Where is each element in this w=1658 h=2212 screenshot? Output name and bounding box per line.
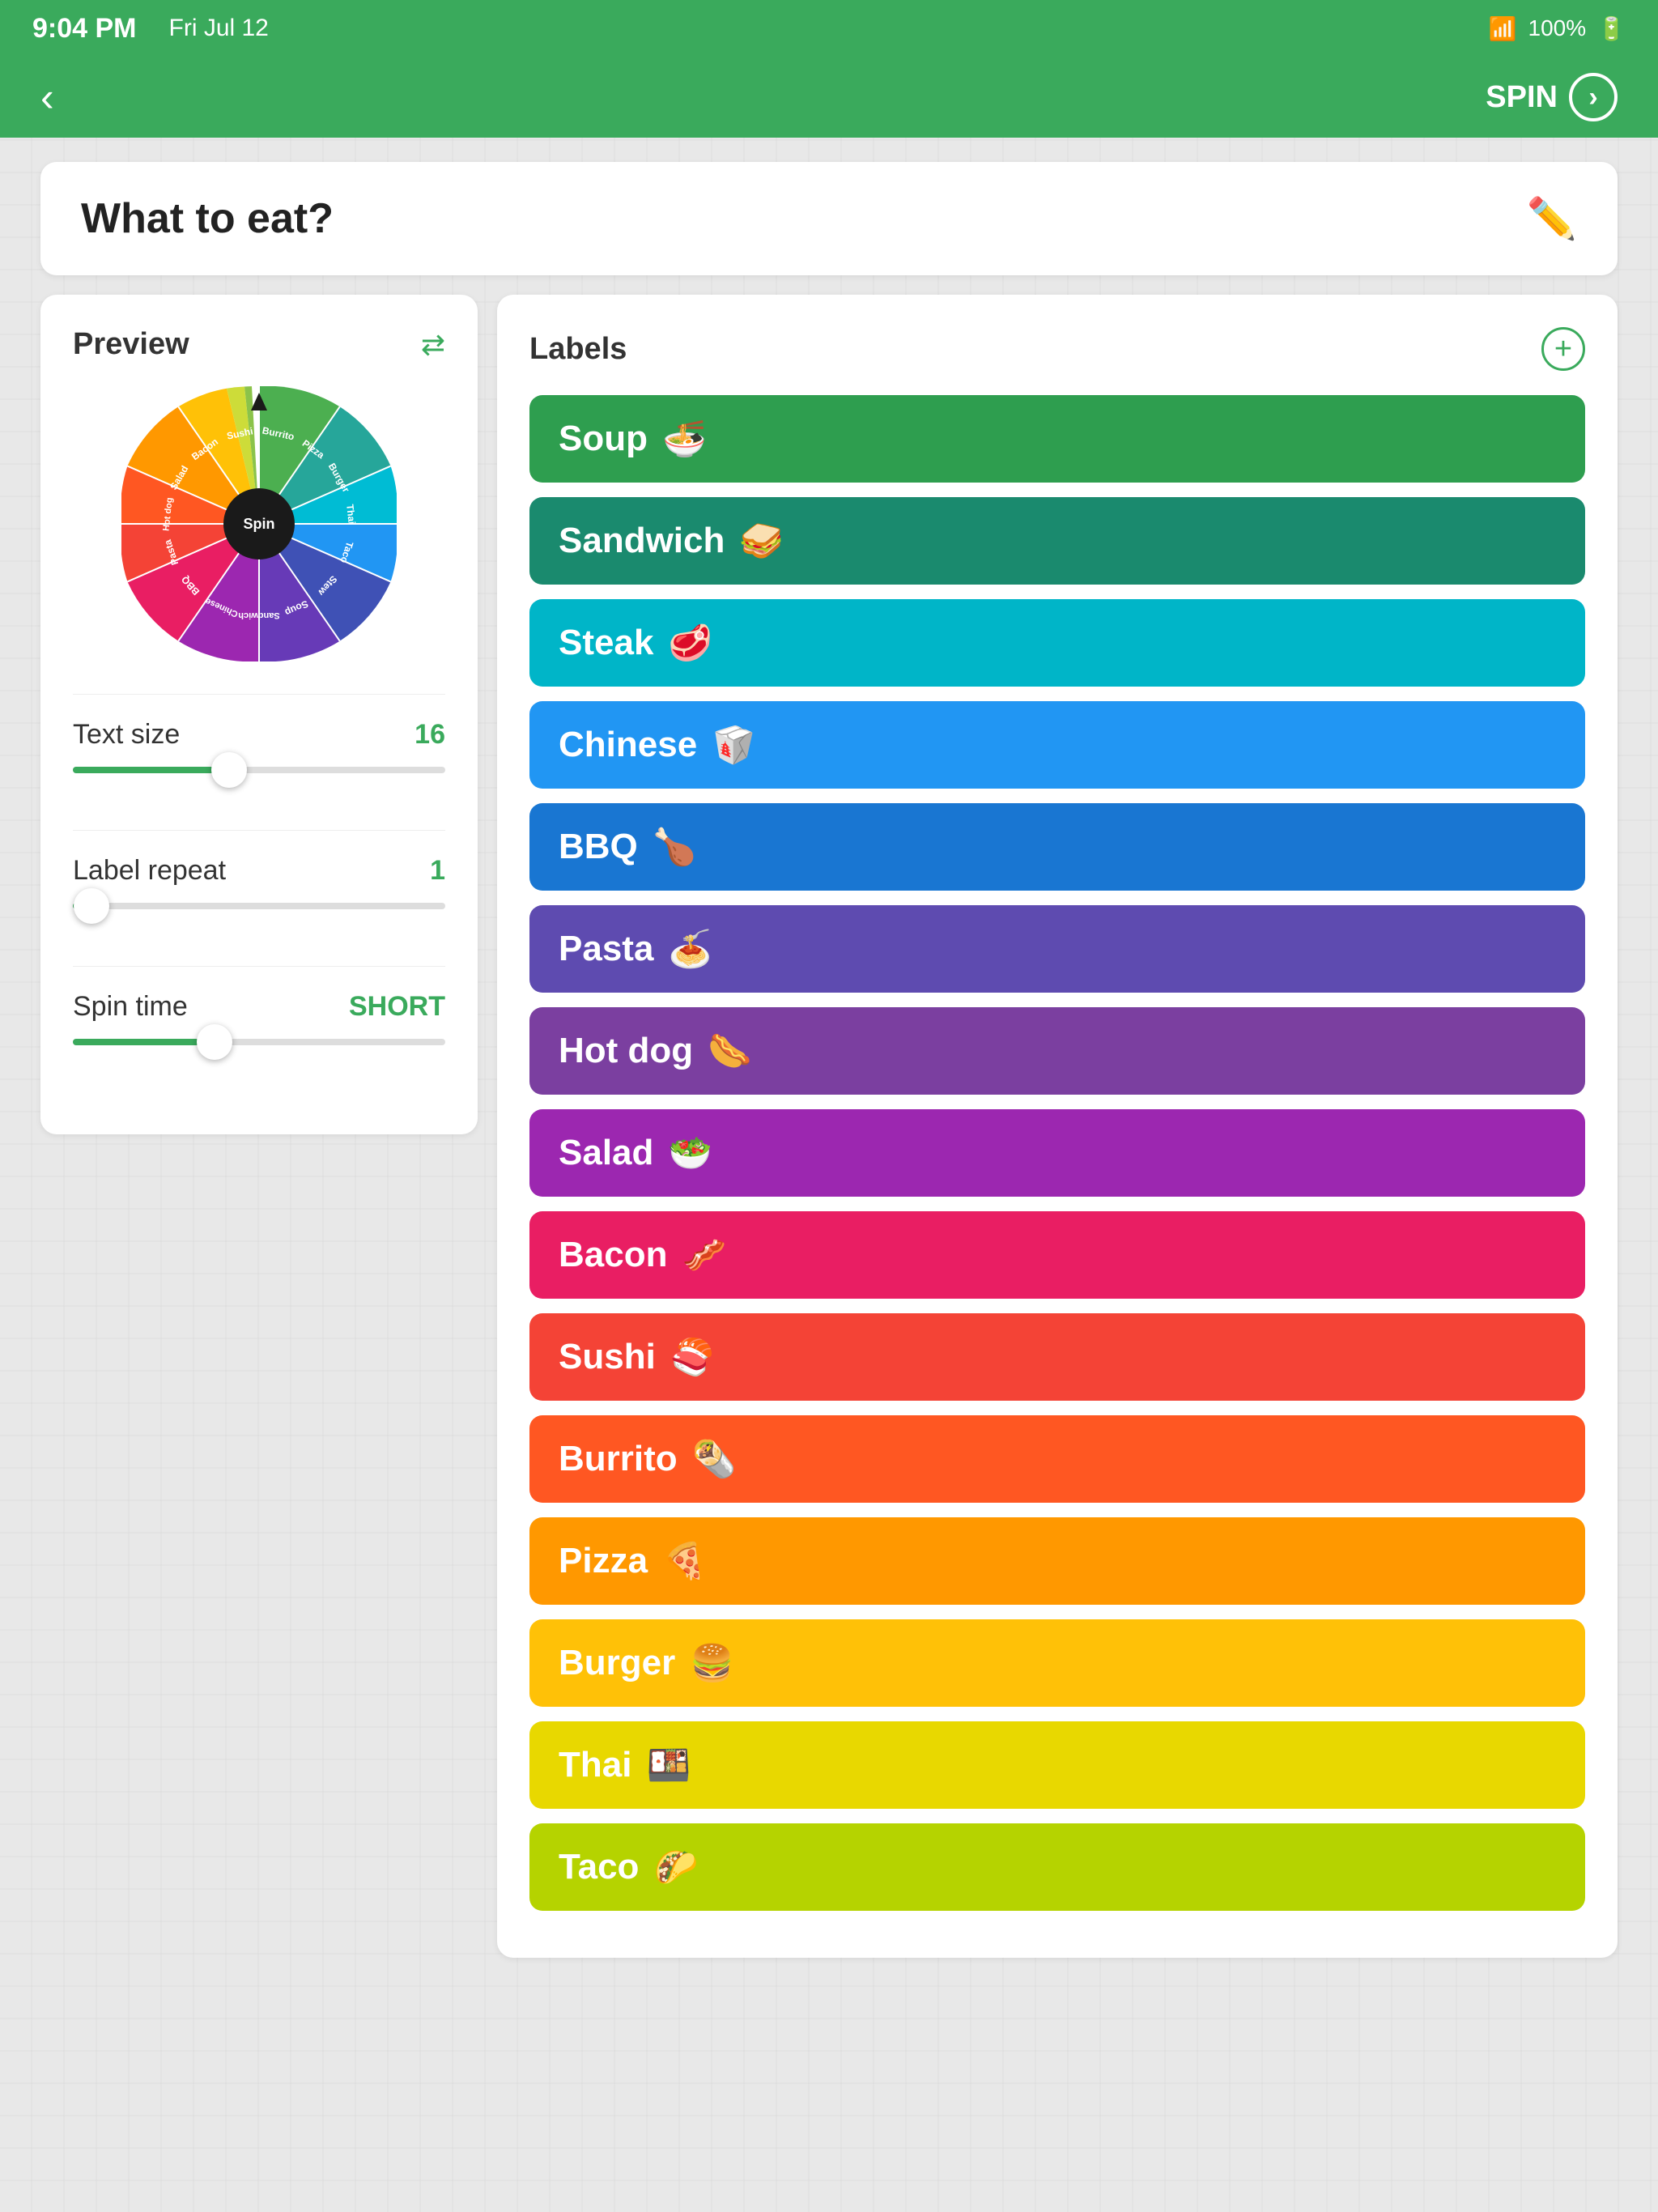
label-item[interactable]: Soup 🍜 (529, 395, 1585, 483)
text-size-header: Text size 16 (73, 719, 445, 751)
nav-bar: ‹ SPIN › (0, 57, 1658, 138)
label-emoji: 🍱 (646, 1744, 691, 1786)
label-text: Sandwich (559, 521, 725, 561)
label-text: Hot dog (559, 1031, 693, 1071)
label-emoji: 🍗 (653, 826, 697, 868)
spin-time-value: SHORT (349, 991, 445, 1023)
label-emoji: 🥩 (668, 622, 712, 664)
main-content: What to eat? ✏️ Preview ⇄ (0, 138, 1658, 1982)
wheel-wrapper[interactable]: Burrito Pizza Burger Thai Taco (121, 386, 397, 661)
label-item[interactable]: Chinese 🥡 (529, 701, 1585, 789)
label-emoji: 🌮 (653, 1846, 698, 1888)
label-text: Taco (559, 1847, 639, 1887)
label-emoji: 🥓 (682, 1234, 726, 1276)
text-size-label: Text size (73, 719, 180, 751)
label-item[interactable]: Taco 🌮 (529, 1823, 1585, 1911)
label-emoji: 🍕 (662, 1540, 707, 1582)
label-text: Sushi (559, 1337, 656, 1377)
label-item[interactable]: Pizza 🍕 (529, 1517, 1585, 1605)
wifi-icon: 📶 (1489, 15, 1517, 42)
label-emoji: 🍔 (690, 1642, 734, 1684)
spin-time-section: Spin time SHORT (73, 966, 445, 1078)
shuffle-icon[interactable]: ⇄ (421, 328, 445, 362)
label-text: Steak (559, 623, 653, 663)
label-item[interactable]: Pasta 🍝 (529, 905, 1585, 993)
label-item[interactable]: Burrito 🌯 (529, 1415, 1585, 1503)
svg-text:Thai: Thai (344, 504, 358, 525)
back-button[interactable]: ‹ (40, 74, 54, 121)
label-text: BBQ (559, 827, 638, 867)
text-size-section: Text size 16 (73, 694, 445, 806)
svg-text:Sandwich: Sandwich (238, 610, 280, 620)
label-emoji: 🍝 (668, 928, 712, 970)
two-col-layout: Preview ⇄ (40, 295, 1618, 1958)
label-item[interactable]: Bacon 🥓 (529, 1211, 1585, 1299)
spin-arrow-icon: › (1569, 73, 1618, 121)
spin-button[interactable]: SPIN › (1486, 73, 1618, 121)
spin-time-label: Spin time (73, 991, 188, 1023)
label-item[interactable]: BBQ 🍗 (529, 803, 1585, 891)
label-repeat-track[interactable] (73, 903, 445, 909)
label-item[interactable]: Sandwich 🥪 (529, 497, 1585, 585)
battery-label: 100% (1528, 15, 1587, 41)
label-text: Pasta (559, 929, 653, 969)
labels-header: Labels + (529, 327, 1585, 371)
label-emoji: 🍜 (662, 418, 707, 460)
text-size-fill (73, 767, 229, 773)
text-size-track[interactable] (73, 767, 445, 773)
label-repeat-section: Label repeat 1 (73, 830, 445, 942)
battery-icon: 🔋 (1597, 15, 1626, 42)
spin-time-fill (73, 1039, 215, 1045)
right-panel: Labels + Soup 🍜 Sandwich 🥪 Steak 🥩 Chine… (497, 295, 1618, 1958)
title-card: What to eat? ✏️ (40, 162, 1618, 275)
label-text: Pizza (559, 1541, 648, 1581)
left-panel: Preview ⇄ (40, 295, 478, 1134)
label-item[interactable]: Steak 🥩 (529, 599, 1585, 687)
label-text: Soup (559, 419, 648, 459)
labels-list: Soup 🍜 Sandwich 🥪 Steak 🥩 Chinese 🥡 BBQ … (529, 395, 1585, 1911)
status-date: Fri Jul 12 (169, 15, 269, 42)
label-item[interactable]: Sushi 🍣 (529, 1313, 1585, 1401)
status-time: 9:04 PM (32, 13, 137, 45)
label-item[interactable]: Burger 🍔 (529, 1619, 1585, 1707)
label-text: Burger (559, 1643, 675, 1683)
label-emoji: 🌯 (692, 1438, 737, 1480)
text-size-thumb[interactable] (211, 752, 247, 788)
label-text: Bacon (559, 1235, 667, 1275)
label-repeat-label: Label repeat (73, 855, 226, 887)
preview-header: Preview ⇄ (73, 327, 445, 362)
label-item[interactable]: Hot dog 🌭 (529, 1007, 1585, 1095)
page-title: What to eat? (81, 194, 334, 243)
spin-time-header: Spin time SHORT (73, 991, 445, 1023)
label-text: Thai (559, 1745, 631, 1785)
spin-time-thumb[interactable] (197, 1024, 232, 1060)
label-text: Chinese (559, 725, 697, 765)
svg-text:Spin: Spin (244, 516, 275, 532)
wheel-svg: Burrito Pizza Burger Thai Taco (121, 386, 397, 661)
text-size-value: 16 (414, 719, 445, 751)
label-emoji: 🍣 (670, 1336, 715, 1378)
wheel-container: Burrito Pizza Burger Thai Taco (73, 386, 445, 661)
label-item[interactable]: Thai 🍱 (529, 1721, 1585, 1809)
status-icons: 📶 100% 🔋 (1489, 15, 1626, 42)
label-item[interactable]: Salad 🥗 (529, 1109, 1585, 1197)
label-repeat-header: Label repeat 1 (73, 855, 445, 887)
preview-title: Preview (73, 327, 189, 362)
label-repeat-value: 1 (430, 855, 445, 887)
label-emoji: 🥡 (712, 724, 756, 766)
label-emoji: 🥗 (668, 1132, 712, 1174)
spin-time-track[interactable] (73, 1039, 445, 1045)
labels-title: Labels (529, 332, 627, 367)
add-label-button[interactable]: + (1541, 327, 1585, 371)
label-text: Salad (559, 1133, 653, 1173)
spin-label: SPIN (1486, 80, 1558, 115)
label-repeat-thumb[interactable] (74, 888, 109, 924)
label-emoji: 🥪 (739, 520, 784, 562)
label-emoji: 🌭 (708, 1030, 752, 1072)
status-bar: 9:04 PM Fri Jul 12 📶 100% 🔋 (0, 0, 1658, 57)
label-text: Burrito (559, 1439, 678, 1479)
edit-icon[interactable]: ✏️ (1527, 195, 1577, 243)
